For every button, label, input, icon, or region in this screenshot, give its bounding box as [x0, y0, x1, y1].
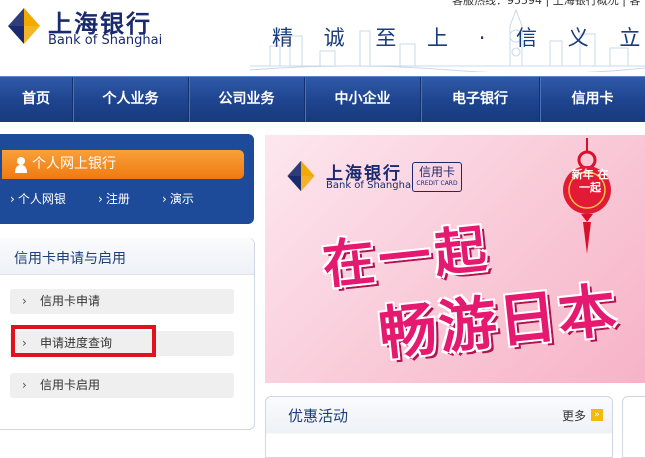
nav-item-credit-card[interactable]: 信用卡 [540, 77, 645, 122]
credit-panel-title: 信用卡申请与启用 [14, 251, 126, 267]
chevron-right-icon: › [98, 192, 103, 206]
personal-ebank-login-button[interactable]: 个人网上银行 [2, 150, 244, 179]
link-label: 演示 [169, 192, 194, 206]
chinese-knot-icon [563, 138, 611, 254]
login-button-label: 个人网上银行 [32, 156, 116, 172]
bank-logo-icon [287, 160, 315, 192]
chevron-right-icon: › [22, 378, 27, 392]
nav-item-ebank[interactable]: 电子银行 [421, 77, 540, 122]
slogan: 精 诚 至 上 · 信 义 立 行 [272, 26, 645, 50]
nav-item-personal[interactable]: 个人业务 [73, 77, 189, 122]
card-tag-en: CREDIT CARD [416, 180, 458, 187]
promotions-title: 优惠活动 [288, 407, 349, 425]
menu-item-card-apply[interactable]: › 信用卡申请 [10, 289, 234, 314]
person-icon [15, 157, 27, 173]
card-tag-label: 信用卡 [418, 165, 455, 179]
login-panel [0, 134, 254, 224]
chevron-right-icon: › [22, 294, 27, 308]
highlight-box [11, 325, 156, 357]
link-label: 个人网银 [17, 192, 66, 206]
side-panel [622, 396, 645, 458]
brand-name-en: Bank of Shanghai [48, 33, 163, 48]
site-header: 上海银行 Bank of Shanghai 客服热线：95594 | 上海银行概… [0, 0, 645, 76]
menu-item-label: 信用卡申请 [40, 294, 101, 308]
link-demo[interactable]: › 演示 [162, 190, 194, 207]
bank-logo-icon[interactable] [6, 6, 42, 46]
nav-item-home[interactable]: 首页 [0, 77, 73, 122]
double-chevron-right-icon[interactable]: » [591, 409, 603, 421]
credit-card-tag: 信用卡 CREDIT CARD [412, 162, 462, 192]
knot-text: 新年 在一起 [571, 168, 609, 194]
nav-item-sme[interactable]: 中小企业 [305, 77, 421, 122]
promotions-more-link[interactable]: 更多 [562, 407, 586, 424]
chevron-right-icon: › [10, 192, 15, 206]
banner-brand-en: Bank of Shanghai [326, 180, 414, 191]
main-nav: 首页 个人业务 公司业务 中小企业 电子银行 信用卡 [0, 76, 645, 122]
chevron-right-icon: › [162, 192, 167, 206]
nav-item-corporate[interactable]: 公司业务 [189, 77, 305, 122]
link-personal-ebank[interactable]: › 个人网银 [10, 190, 66, 207]
menu-item-card-activate[interactable]: › 信用卡启用 [10, 373, 234, 398]
link-register[interactable]: › 注册 [98, 190, 130, 207]
menu-item-label: 信用卡启用 [40, 378, 101, 392]
link-label: 注册 [105, 192, 130, 206]
hotline-text[interactable]: 客服热线：95594 | 上海银行概况 | 客 [452, 0, 640, 8]
